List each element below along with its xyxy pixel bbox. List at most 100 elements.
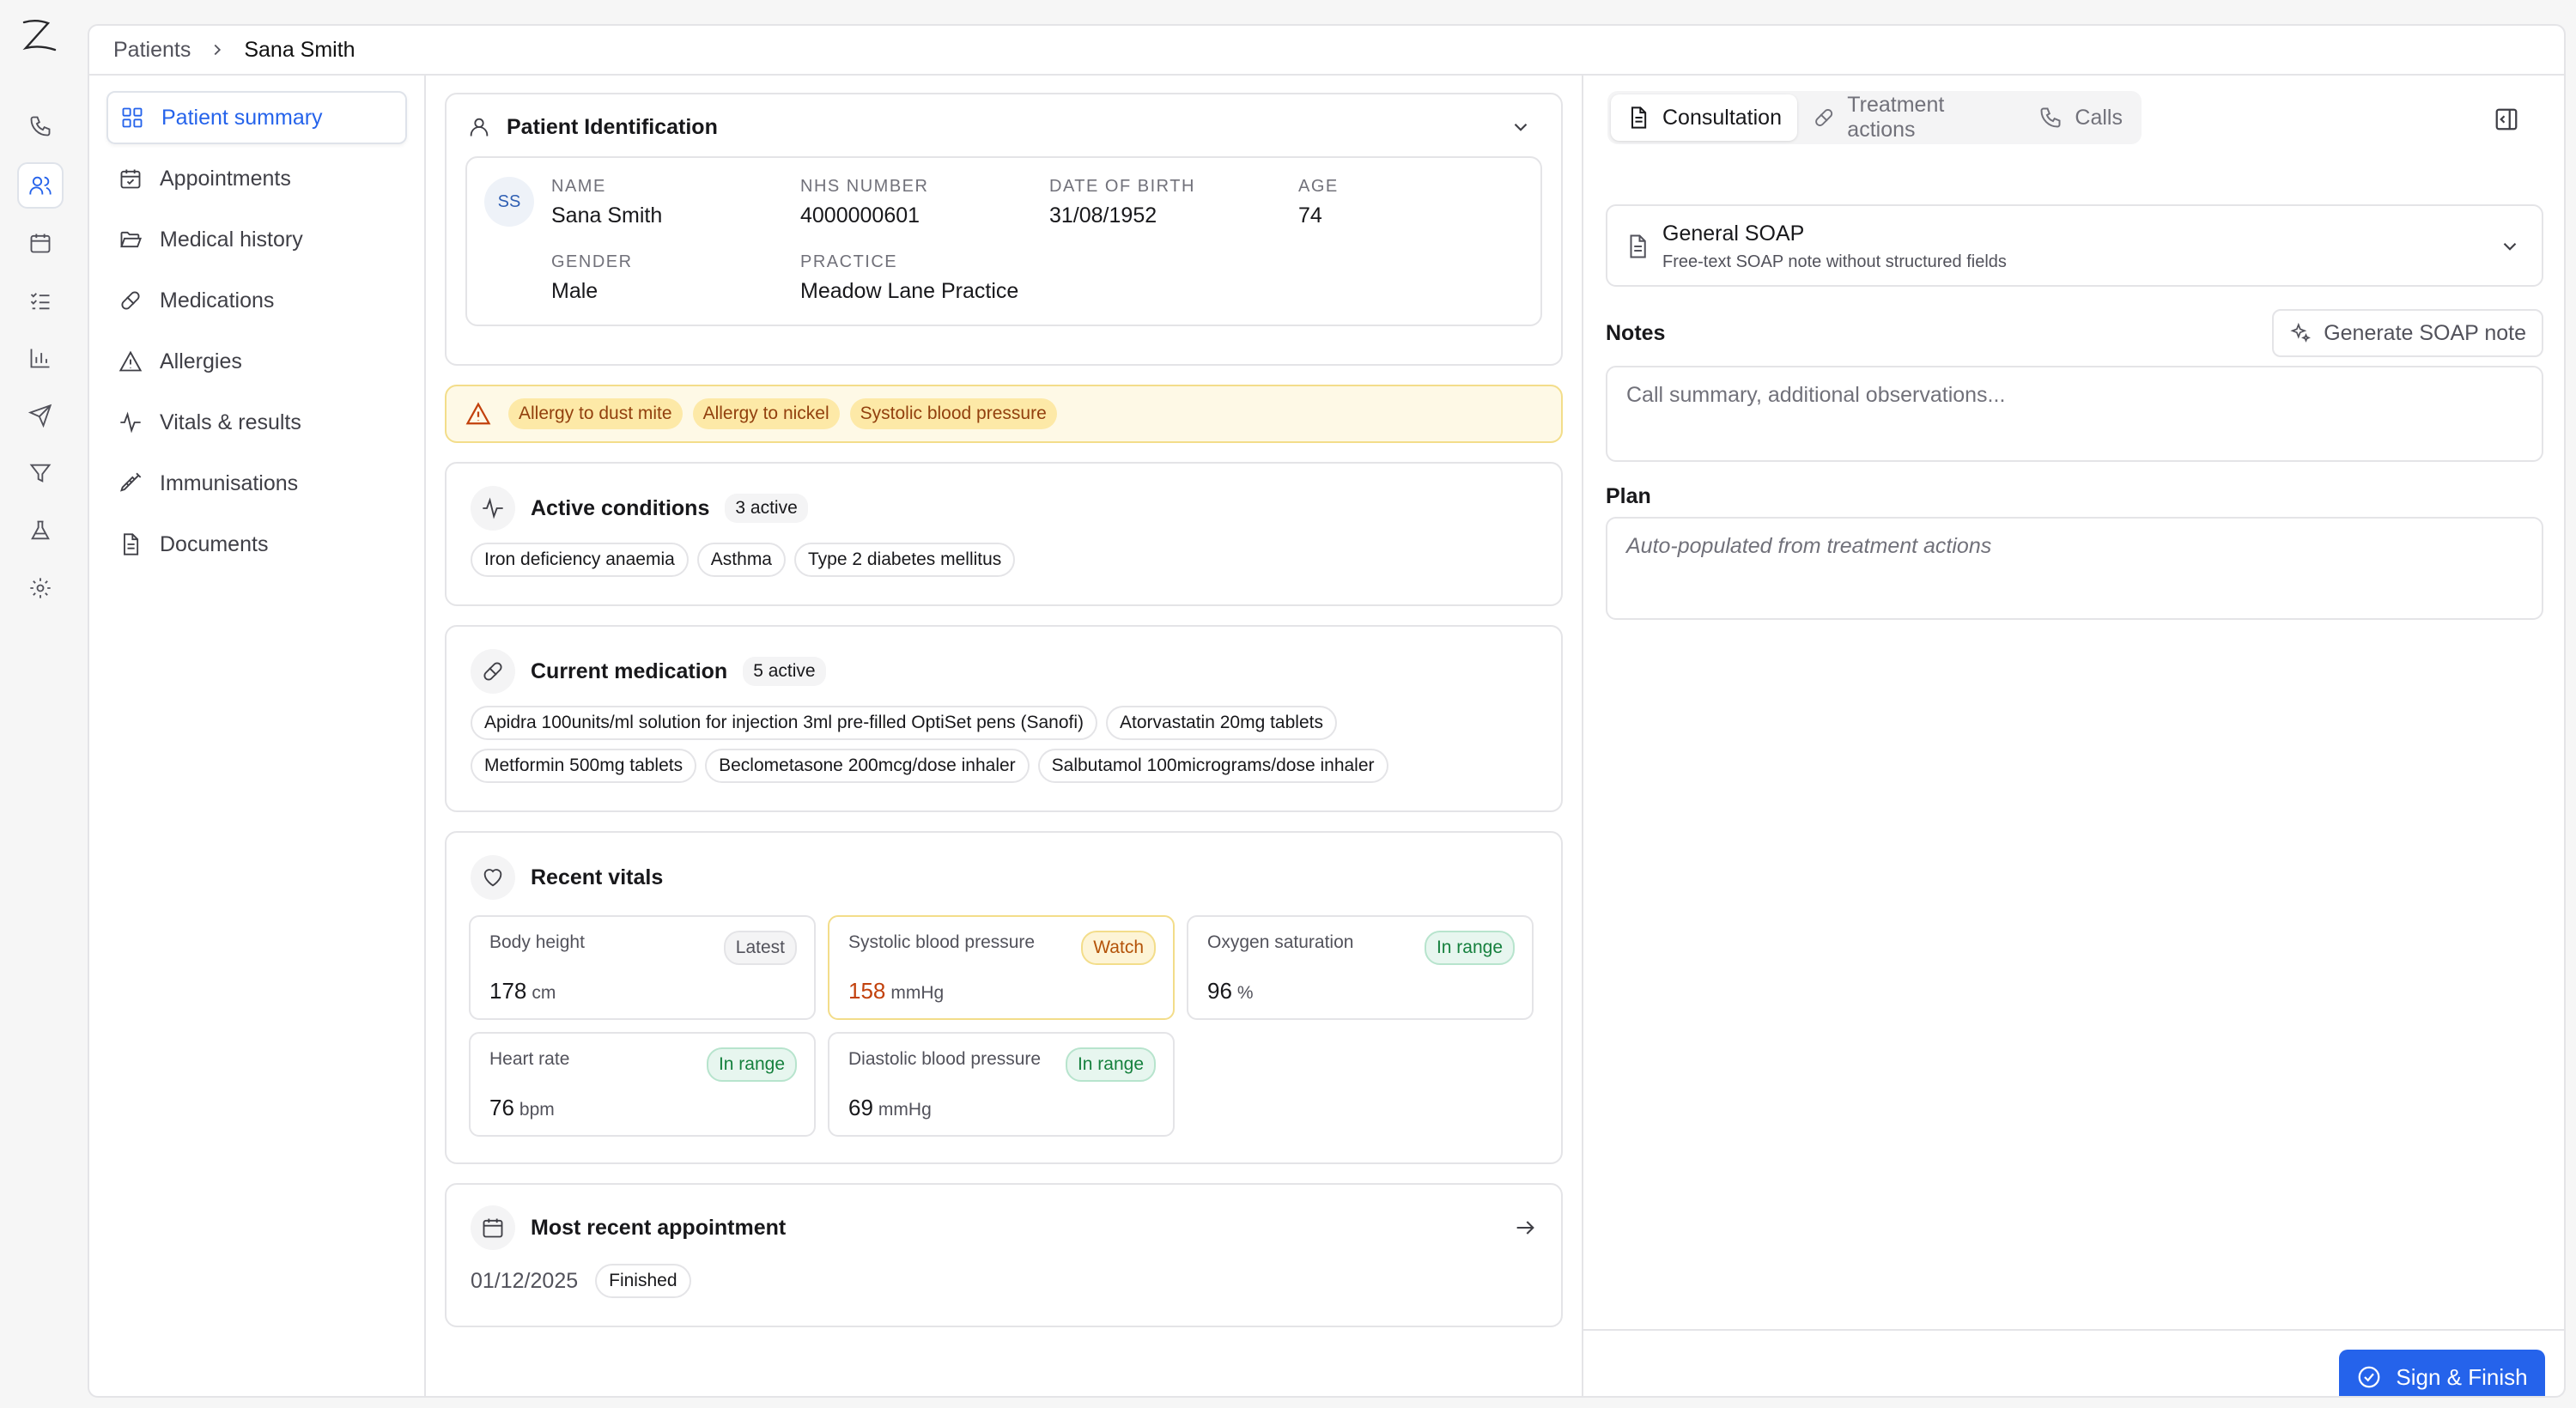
- warning-triangle-icon: [118, 350, 143, 372]
- chevron-right-icon: [208, 40, 227, 59]
- vital-unit: cm: [532, 983, 556, 1003]
- consultation-tabs: Consultation Treatment actions Calls: [1607, 91, 2142, 144]
- check-circle-icon: [2359, 1366, 2380, 1388]
- field-name: NAME Sana Smith: [551, 177, 662, 228]
- conditions-list: Iron deficiency anaemia Asthma Type 2 diab…: [471, 543, 1537, 586]
- vital-heart-rate[interactable]: Heart rate In range 76 bpm: [469, 1032, 816, 1137]
- logo-z-icon[interactable]: [19, 15, 60, 57]
- field-nhs-number: NHS NUMBER 4000000601: [800, 177, 928, 228]
- vital-diastolic-bp[interactable]: Diastolic blood pressure In range 69 mmHg: [828, 1032, 1175, 1137]
- patient-identification-header[interactable]: Patient Identification: [447, 94, 1561, 139]
- activity-icon: [471, 486, 515, 531]
- vital-unit: mmHg: [890, 983, 945, 1003]
- sidebar-item-medications[interactable]: Medications: [106, 274, 407, 327]
- sidebar-item-vitals-results[interactable]: Vitals & results: [106, 396, 407, 449]
- sidebar-item-medical-history[interactable]: Medical history: [106, 213, 407, 266]
- field-value: 4000000601: [800, 203, 920, 228]
- chevron-down-icon[interactable]: [1510, 116, 1532, 138]
- conditions-title: Active conditions: [531, 495, 710, 520]
- appointment-title: Most recent appointment: [531, 1215, 787, 1240]
- sidebar-item-appointments[interactable]: Appointments: [106, 152, 407, 205]
- breadcrumb-patients-link[interactable]: Patients: [113, 38, 191, 63]
- vitals-grid: Body height Latest 178 cm Systolic blood …: [469, 915, 1539, 1147]
- arrow-right-icon[interactable]: [1513, 1216, 1537, 1240]
- medication-count-badge: 5 active: [743, 657, 826, 686]
- sidebar-item-label: Medical history: [160, 227, 303, 252]
- sidebar-item-documents[interactable]: Documents: [106, 518, 407, 571]
- field-label: NAME: [551, 177, 606, 196]
- generate-soap-button[interactable]: Generate SOAP note: [2272, 309, 2543, 357]
- filter-icon[interactable]: [17, 450, 64, 496]
- sidebar-item-immunisations[interactable]: Immunisations: [106, 457, 407, 510]
- current-medication-card: Current medication 5 active Apidra 100un…: [445, 625, 1563, 812]
- pill-icon: [121, 291, 140, 310]
- recent-appointment-card[interactable]: Most recent appointment 01/12/2025 Finis…: [445, 1183, 1563, 1327]
- tab-label: Calls: [2075, 105, 2123, 130]
- medication-pill: Atorvastatin 20mg tablets: [1106, 706, 1337, 740]
- sidebar-item-label: Immunisations: [160, 470, 299, 495]
- vital-oxygen-saturation[interactable]: Oxygen saturation In range 96%: [1187, 915, 1534, 1020]
- status-badge: In range: [706, 1047, 797, 1082]
- bar-chart-icon[interactable]: [17, 335, 64, 381]
- phone-icon[interactable]: [17, 103, 64, 149]
- flask-icon[interactable]: [17, 507, 64, 554]
- sidebar-item-label: Appointments: [160, 166, 291, 191]
- alert-tag: Allergy to dust mite: [508, 398, 683, 429]
- file-text-icon: [1631, 106, 1647, 129]
- pill-icon: [471, 649, 515, 694]
- plan-textarea[interactable]: Auto-populated from treatment actions: [1606, 517, 2543, 620]
- status-badge: In range: [1424, 931, 1515, 965]
- activity-icon: [120, 411, 141, 434]
- medication-pill: Beclometasone 200mcg/dose inhaler: [705, 749, 1030, 783]
- sign-finish-button[interactable]: Sign & Finish: [2339, 1350, 2545, 1396]
- summary-column: Patient Identification SS NAME Sana Smit…: [426, 76, 1583, 1396]
- sign-finish-label: Sign & Finish: [2396, 1363, 2528, 1390]
- vital-unit: bpm: [519, 1100, 555, 1120]
- status-badge: In range: [1065, 1047, 1156, 1082]
- tab-calls[interactable]: Calls: [2023, 94, 2138, 141]
- file-text-icon: [124, 533, 139, 555]
- sidebar-item-allergies[interactable]: Allergies: [106, 335, 407, 388]
- section-sidebar: Patient summary Appointments Medical his…: [89, 76, 426, 1396]
- notes-label: Notes: [1606, 321, 1666, 345]
- sidebar-item-label: Patient summary: [161, 105, 323, 130]
- notes-textarea[interactable]: Call summary, additional observations...: [1606, 366, 2543, 462]
- tab-consultation[interactable]: Consultation: [1611, 94, 1797, 141]
- medication-title: Current medication: [531, 658, 728, 683]
- settings-icon[interactable]: [17, 565, 64, 611]
- users-icon[interactable]: [17, 162, 64, 209]
- tab-label: Treatment actions: [1847, 93, 1945, 142]
- send-icon[interactable]: [17, 392, 64, 439]
- field-age: AGE 74: [1298, 177, 1339, 228]
- field-value: Male: [551, 279, 598, 303]
- warning-triangle-icon: [465, 402, 491, 425]
- field-value: Meadow Lane Practice: [800, 279, 1019, 303]
- vital-body-height[interactable]: Body height Latest 178 cm: [469, 915, 816, 1020]
- vital-value: 96: [1207, 978, 1232, 1004]
- field-value: 31/08/1952: [1049, 203, 1157, 228]
- calendar-icon[interactable]: [17, 220, 64, 266]
- breadcrumb: Patients Sana Smith: [89, 26, 2564, 76]
- medication-pill: Salbutamol 100micrograms/dose inhaler: [1037, 749, 1388, 783]
- heart-icon: [471, 855, 515, 900]
- vital-value: 69: [848, 1095, 873, 1120]
- vital-value: 158: [848, 978, 886, 1004]
- template-description: Free-text SOAP note without structured f…: [1662, 252, 2007, 271]
- identification-grid: SS NAME Sana Smith NHS NUMBER 4000000601…: [465, 156, 1542, 326]
- panel-toggle-icon[interactable]: [2494, 106, 2519, 132]
- patient-identification-card: Patient Identification SS NAME Sana Smit…: [445, 93, 1563, 366]
- status-badge: Latest: [723, 931, 797, 965]
- icon-rail: [0, 0, 86, 1408]
- field-label: PRACTICE: [800, 252, 898, 271]
- sidebar-item-patient-summary[interactable]: Patient summary: [106, 91, 407, 144]
- medication-pill: Apidra 100units/ml solution for injectio…: [471, 706, 1098, 740]
- allergy-alert-banner: Allergy to dust mite Allergy to nickel S…: [445, 385, 1563, 443]
- field-label: GENDER: [551, 252, 633, 271]
- tab-treatment-actions[interactable]: Treatment actions: [1797, 93, 2023, 142]
- field-label: NHS NUMBER: [800, 177, 929, 196]
- soap-template-select[interactable]: General SOAP Free-text SOAP note without…: [1606, 204, 2543, 287]
- vital-systolic-bp[interactable]: Systolic blood pressure Watch 158 mmHg: [828, 915, 1175, 1020]
- field-label: DATE OF BIRTH: [1049, 177, 1195, 196]
- list-checks-icon[interactable]: [17, 277, 64, 324]
- field-gender: GENDER Male: [551, 252, 633, 304]
